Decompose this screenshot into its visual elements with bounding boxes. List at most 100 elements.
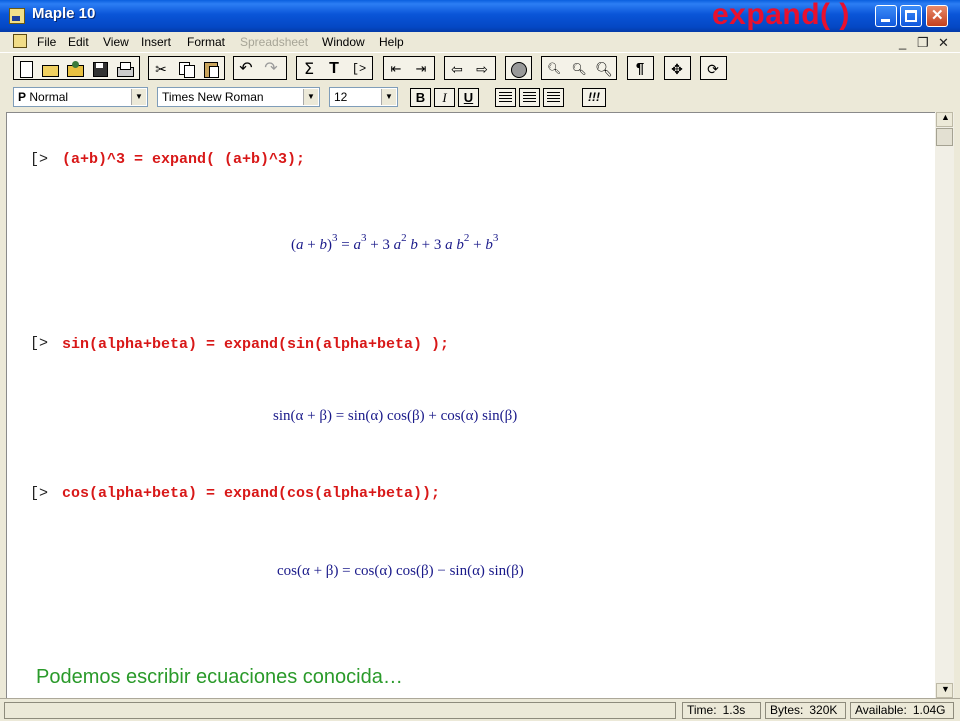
time-value: 1.3s	[722, 703, 746, 717]
scroll-thumb[interactable]	[936, 128, 953, 146]
bytes-value: 320K	[809, 703, 838, 717]
restart-icon[interactable]: ⟳	[703, 60, 723, 78]
open-url-icon[interactable]	[65, 60, 85, 78]
font-dropdown[interactable]: Times New Roman ▼	[157, 87, 320, 107]
forward-arrow-icon[interactable]: ⇨	[472, 60, 492, 78]
math-output: (a + b)3 = a3 + 3 a2 b + 3 a b2 + b3	[291, 232, 499, 254]
main-toolbar: ✂ ↶ ↷ Σ T [> ⇤ ⇥ ⇦ ⇨ 🔍︎ 🔍︎ 🔍︎ ¶ ✥ ⟳	[0, 52, 960, 85]
available-label: Available:	[855, 703, 907, 717]
undo-icon[interactable]: ↶	[236, 60, 256, 78]
align-center-button[interactable]	[519, 88, 540, 107]
text-mode-icon[interactable]: T	[324, 60, 344, 78]
align-left-button[interactable]	[495, 88, 516, 107]
slide-title: expand( )	[712, 0, 850, 31]
status-bar: Time: 1.3s Bytes: 320K Available: 1.04G	[0, 698, 960, 721]
cut-icon[interactable]: ✂	[151, 60, 171, 78]
time-label: Time:	[687, 703, 717, 717]
align-right-button[interactable]	[543, 88, 564, 107]
file-toolbar-group	[13, 56, 140, 80]
underline-button[interactable]: U	[458, 88, 479, 107]
input-prompt: [>	[30, 151, 49, 168]
style-name: Normal	[29, 90, 69, 104]
math-output: sin(α + β) = sin(α) cos(β) + cos(α) sin(…	[273, 408, 518, 424]
window-title: Maple 10	[32, 5, 96, 22]
doc-restore-icon[interactable]: ❐	[917, 35, 929, 51]
print-icon[interactable]	[115, 60, 135, 78]
execute-all-button[interactable]: !!!	[582, 88, 606, 107]
scroll-up-button[interactable]: ▲	[936, 112, 953, 127]
chevron-up-icon: ▲	[941, 112, 950, 122]
menu-file[interactable]: File	[37, 35, 56, 49]
command-input[interactable]: cos(alpha+beta) = expand(cos(alpha+beta)…	[62, 485, 440, 502]
minimize-icon	[881, 19, 890, 22]
menu-help[interactable]: Help	[379, 35, 404, 49]
pilcrow-icon[interactable]: ¶	[630, 60, 650, 78]
redo-icon: ↷	[264, 60, 278, 77]
sum-icon[interactable]: Σ	[299, 60, 319, 78]
stop-icon[interactable]	[508, 60, 528, 78]
zoom-medium-icon[interactable]: 🔍︎	[569, 60, 589, 78]
font-dropdown-value: Times New Roman	[162, 90, 264, 104]
chevron-down-icon: ▼	[131, 89, 146, 105]
move-arrows-icon[interactable]: ✥	[667, 60, 687, 78]
scroll-down-button[interactable]: ▼	[936, 683, 953, 698]
minimize-button[interactable]	[875, 5, 897, 27]
available-value: 1.04G	[912, 703, 946, 717]
status-available: Available: 1.04G	[850, 702, 954, 719]
save-icon[interactable]	[90, 60, 110, 78]
status-time: Time: 1.3s	[682, 702, 761, 719]
chevron-down-icon: ▼	[941, 684, 950, 694]
chevron-down-icon: ▼	[303, 89, 318, 105]
outdent-icon[interactable]: ⇤	[386, 60, 406, 78]
menu-insert[interactable]: Insert	[141, 35, 171, 49]
restart-toolbar-group: ⟳	[700, 56, 727, 80]
style-dropdown-value: P Normal	[18, 90, 68, 104]
exec-group-icon[interactable]: [>	[349, 60, 369, 78]
paste-icon[interactable]	[201, 60, 221, 78]
status-bytes: Bytes: 320K	[765, 702, 846, 719]
input-prompt: [>	[30, 485, 49, 502]
maple-app-icon[interactable]	[9, 8, 25, 24]
close-icon: ✕	[931, 7, 944, 24]
worksheet[interactable]: [> (a+b)^3 = expand( (a+b)^3); (a + b)3 …	[6, 112, 935, 699]
document-icon[interactable]	[13, 34, 27, 48]
format-toolbar: P Normal ▼ Times New Roman ▼ 12 ▼ B I U …	[0, 84, 960, 110]
close-button[interactable]: ✕	[926, 5, 948, 27]
zoom-large-icon[interactable]: 🔍︎	[594, 60, 614, 78]
doc-minimize-icon[interactable]: _	[899, 35, 906, 50]
insert-toolbar-group: Σ T [>	[296, 56, 373, 80]
copy-icon[interactable]	[176, 60, 196, 78]
zoom-small-icon[interactable]: 🔍︎	[544, 60, 564, 78]
navigation-toolbar-group: ⇦ ⇨	[444, 56, 496, 80]
open-folder-icon[interactable]	[40, 60, 60, 78]
indent-toolbar-group: ⇤ ⇥	[383, 56, 435, 80]
menu-edit[interactable]: Edit	[68, 35, 89, 49]
vertical-scrollbar[interactable]: ▲ ▼	[935, 112, 954, 698]
menu-bar: File Edit View Insert Format Spreadsheet…	[0, 32, 960, 52]
maximize-button[interactable]	[900, 5, 922, 27]
input-prompt: [>	[30, 335, 49, 352]
move-toolbar-group: ✥	[664, 56, 691, 80]
new-file-icon[interactable]	[16, 60, 36, 78]
command-input[interactable]: sin(alpha+beta) = expand(sin(alpha+beta)…	[62, 336, 449, 353]
align-left-icon	[499, 92, 512, 103]
bold-button[interactable]: B	[410, 88, 431, 107]
menu-window[interactable]: Window	[322, 35, 365, 49]
style-prefix: P	[18, 90, 27, 104]
size-dropdown[interactable]: 12 ▼	[329, 87, 398, 107]
menu-view[interactable]: View	[103, 35, 129, 49]
paragraph-toolbar-group: ¶	[627, 56, 654, 80]
menu-format[interactable]: Format	[187, 35, 225, 49]
indent-icon[interactable]: ⇥	[411, 60, 431, 78]
status-message-panel	[4, 702, 676, 719]
back-arrow-icon[interactable]: ⇦	[447, 60, 467, 78]
menu-spreadsheet: Spreadsheet	[240, 35, 309, 49]
math-output: cos(α + β) = cos(α) cos(β) − sin(α) sin(…	[277, 563, 524, 579]
command-input[interactable]: (a+b)^3 = expand( (a+b)^3);	[62, 151, 305, 168]
doc-close-icon[interactable]: ✕	[938, 35, 949, 51]
maximize-icon	[905, 10, 917, 22]
undo-toolbar-group: ↶ ↷	[233, 56, 287, 80]
style-dropdown[interactable]: P Normal ▼	[13, 87, 148, 107]
slide-caption: Podemos escribir ecuaciones conocida…	[36, 666, 403, 688]
italic-button[interactable]: I	[434, 88, 455, 107]
